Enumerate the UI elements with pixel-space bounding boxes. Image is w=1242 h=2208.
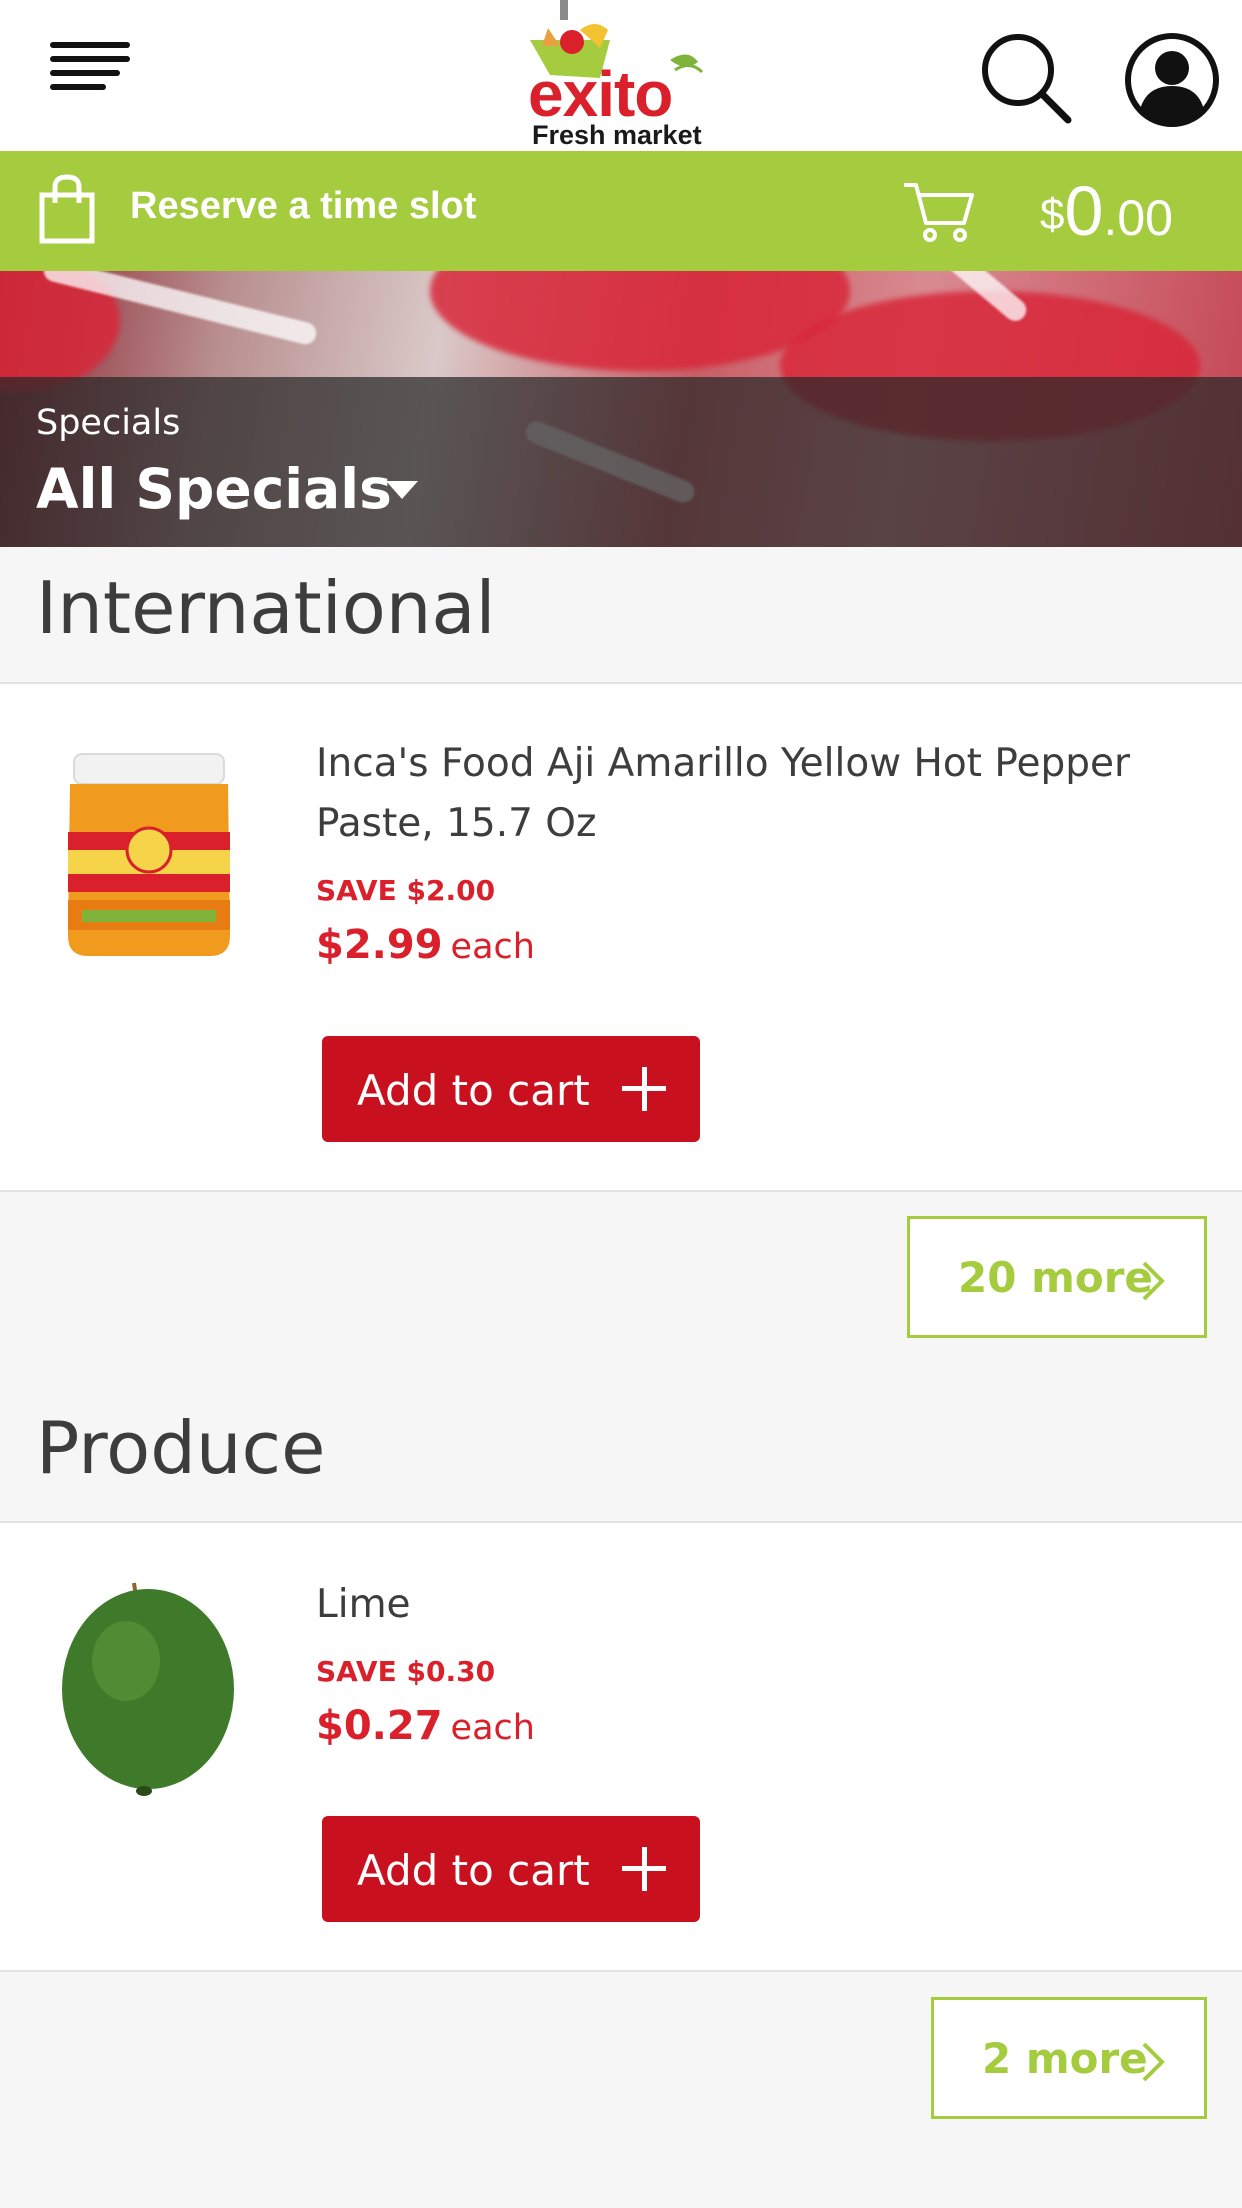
add-to-cart-label: Add to cart	[357, 1066, 590, 1115]
shopping-cart-icon[interactable]	[902, 179, 974, 243]
more-products-label: 20 more	[958, 1253, 1153, 1302]
product-card: Inca's Food Aji Amarillo Yellow Hot Pepp…	[0, 682, 1242, 1192]
price-value: $2.99	[316, 922, 443, 968]
price-unit: each	[450, 1708, 535, 1748]
add-to-cart-button[interactable]: Add to cart	[322, 1036, 700, 1142]
product-card: Lime SAVE $0.30 $0.27 each Add to cart	[0, 1521, 1242, 1972]
more-products-button[interactable]: 2 more	[931, 1997, 1207, 2119]
price-value: $0.27	[316, 1703, 443, 1749]
specials-banner: Specials All Specials	[0, 271, 1242, 547]
banner-category-label: Specials	[36, 403, 181, 443]
plus-icon	[641, 1067, 647, 1111]
product-name[interactable]: Inca's Food Aji Amarillo Yellow Hot Pepp…	[316, 734, 1196, 854]
cart-total[interactable]: $0.00	[1040, 171, 1173, 251]
hamburger-menu-icon[interactable]	[50, 42, 130, 104]
plus-icon	[641, 1847, 647, 1891]
section-title: International	[36, 566, 496, 650]
chevron-right-icon	[1142, 2042, 1165, 2082]
action-bar: Reserve a time slot $0.00	[0, 151, 1242, 271]
product-image-lime[interactable]	[40, 1575, 262, 1805]
specials-category-dropdown[interactable]: All Specials	[36, 457, 392, 521]
logo-subtext: Fresh market	[532, 120, 702, 150]
chevron-down-icon[interactable]	[386, 481, 418, 499]
save-badge: SAVE $2.00	[316, 874, 496, 907]
store-logo[interactable]: exito Fresh market	[520, 0, 720, 151]
shopping-bag-icon	[39, 174, 95, 244]
section-title: Produce	[36, 1406, 326, 1490]
account-icon[interactable]	[1124, 32, 1220, 128]
price-unit: each	[450, 927, 535, 967]
save-badge: SAVE $0.30	[316, 1655, 496, 1688]
product-name[interactable]: Lime	[316, 1575, 1196, 1635]
cart-dollars: 0	[1064, 172, 1104, 250]
search-icon[interactable]	[978, 30, 1074, 126]
more-products-label: 2 more	[982, 2034, 1148, 2083]
chevron-right-icon	[1142, 1261, 1165, 1301]
product-image-pepper-paste-jar[interactable]	[40, 740, 262, 970]
product-price: $2.99 each	[316, 922, 535, 968]
logo-text: exito	[528, 58, 673, 130]
reserve-time-slot-link[interactable]: Reserve a time slot	[130, 185, 476, 228]
cart-cents: .00	[1103, 190, 1173, 246]
top-header: exito Fresh market	[0, 0, 1242, 151]
cart-currency: $	[1040, 190, 1065, 239]
add-to-cart-label: Add to cart	[357, 1846, 590, 1895]
add-to-cart-button[interactable]: Add to cart	[322, 1816, 700, 1922]
product-price: $0.27 each	[316, 1703, 535, 1749]
more-products-button[interactable]: 20 more	[907, 1216, 1207, 1338]
